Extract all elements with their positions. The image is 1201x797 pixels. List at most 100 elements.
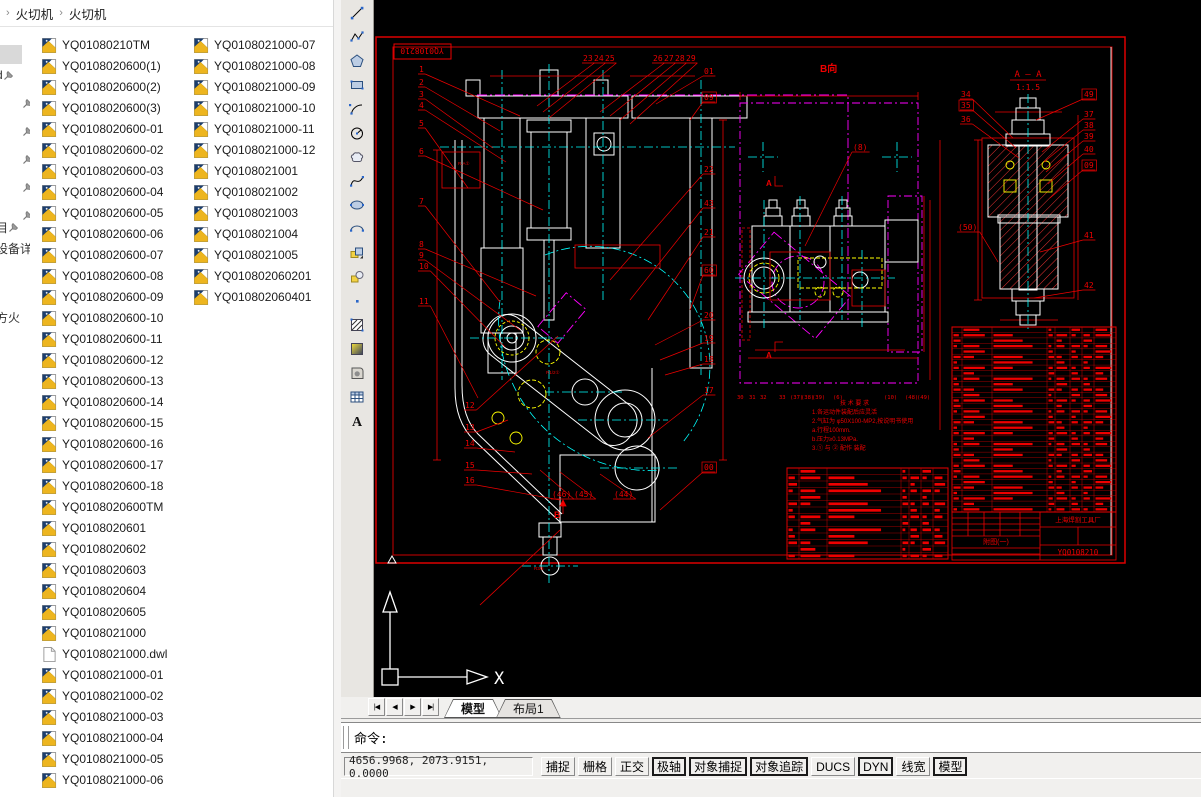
file-item[interactable]: YQ0108021000.dwl xyxy=(42,645,167,663)
file-item[interactable]: YQ0108021000 xyxy=(42,624,146,642)
file-item[interactable]: YQ0108021000-09 xyxy=(194,78,315,96)
ellipse-tool-icon[interactable] xyxy=(344,193,370,216)
file-item[interactable]: YQ0108021000-07 xyxy=(194,36,315,54)
file-item[interactable]: YQ0108021000-05 xyxy=(42,750,163,768)
file-item[interactable]: YQ0108020600TM xyxy=(42,498,163,516)
file-item[interactable]: YQ010802060201 xyxy=(194,267,311,285)
arc-tool-icon[interactable] xyxy=(344,97,370,120)
file-item[interactable]: YQ0108021000-04 xyxy=(42,729,163,747)
file-item[interactable]: YQ0108020600-01 xyxy=(42,120,163,138)
file-item[interactable]: YQ0108020600-03 xyxy=(42,162,163,180)
polygon-tool-icon[interactable] xyxy=(344,49,370,72)
file-item[interactable]: YQ0108020604 xyxy=(42,582,146,600)
status-toggle-极轴[interactable]: 极轴 xyxy=(652,757,686,776)
status-toggle-DUCS[interactable]: DUCS xyxy=(811,757,855,776)
line-tool-icon[interactable] xyxy=(344,1,370,24)
tab-布局1[interactable]: 布局1 xyxy=(496,699,561,718)
hatch-tool-icon[interactable] xyxy=(344,313,370,336)
file-item[interactable]: YQ0108020600-09 xyxy=(42,288,163,306)
dwg-file-icon xyxy=(194,248,209,263)
tab-last-button[interactable]: ▶| xyxy=(422,698,439,716)
file-item[interactable]: YQ0108021000-08 xyxy=(194,57,315,75)
file-item[interactable]: YQ0108020600-06 xyxy=(42,225,163,243)
file-item[interactable]: YQ0108021000-12 xyxy=(194,141,315,159)
nav-pinned-item[interactable] xyxy=(0,152,34,166)
tab-first-button[interactable]: |◀ xyxy=(368,698,385,716)
file-item[interactable]: YQ0108020600-15 xyxy=(42,414,163,432)
file-item[interactable]: YQ010802060401 xyxy=(194,288,311,306)
tab-next-button[interactable]: ▶ xyxy=(404,698,421,716)
polyline-tool-icon[interactable] xyxy=(344,25,370,48)
file-item[interactable]: YQ0108021000-01 xyxy=(42,666,163,684)
command-window-grip[interactable] xyxy=(343,726,349,749)
file-item[interactable]: YQ0108020600-16 xyxy=(42,435,163,453)
file-item[interactable]: YQ01080210TM xyxy=(42,36,150,54)
file-item[interactable]: YQ0108020600-12 xyxy=(42,351,163,369)
status-toggle-DYN[interactable]: DYN xyxy=(858,757,893,776)
file-item[interactable]: YQ0108020600-17 xyxy=(42,456,163,474)
nav-selected-item[interactable] xyxy=(0,45,22,64)
file-item[interactable]: YQ0108021002 xyxy=(194,183,298,201)
status-toggle-对象捕捉[interactable]: 对象捕捉 xyxy=(689,757,747,776)
gradient-tool-icon[interactable] xyxy=(344,337,370,360)
rectangle-tool-icon[interactable] xyxy=(344,73,370,96)
status-toggle-正交[interactable]: 正交 xyxy=(615,757,649,776)
file-item[interactable]: YQ0108021005 xyxy=(194,246,298,264)
file-item[interactable]: YQ0108020600-10 xyxy=(42,309,163,327)
file-item[interactable]: YQ0108020600-02 xyxy=(42,141,163,159)
cad-canvas[interactable]: YQ0108210 xyxy=(372,0,1201,697)
file-item[interactable]: YQ0108021000-10 xyxy=(194,99,315,117)
tab-模型[interactable]: 模型 xyxy=(444,699,502,718)
file-item[interactable]: YQ0108020600-07 xyxy=(42,246,163,264)
file-item[interactable]: YQ0108020600-05 xyxy=(42,204,163,222)
file-item[interactable]: YQ0108021000-03 xyxy=(42,708,163,726)
file-item[interactable]: YQ0108020605 xyxy=(42,603,146,621)
nav-pinned-item[interactable] xyxy=(0,124,34,138)
region-tool-icon[interactable] xyxy=(344,361,370,384)
file-item[interactable]: YQ0108020600-13 xyxy=(42,372,163,390)
spline-tool-icon[interactable] xyxy=(344,169,370,192)
nav-item-方火[interactable]: 方火 xyxy=(0,310,20,324)
nav-pinned-item[interactable] xyxy=(0,96,34,110)
tab-prev-button[interactable]: ◀ xyxy=(386,698,403,716)
file-item[interactable]: YQ0108020600-04 xyxy=(42,183,163,201)
nav-pinned-item[interactable] xyxy=(0,180,34,194)
file-item[interactable]: YQ0108020600-14 xyxy=(42,393,163,411)
point-tool-icon[interactable] xyxy=(344,289,370,312)
file-item[interactable]: YQ0108021000-06 xyxy=(42,771,163,789)
file-item[interactable]: YQ0108020600(3) xyxy=(42,99,161,117)
status-toggle-栅格[interactable]: 栅格 xyxy=(578,757,612,776)
nav-item-目[interactable]: 目 xyxy=(0,220,20,234)
command-window[interactable]: 命令: xyxy=(340,722,1201,753)
revcloud-tool-icon[interactable] xyxy=(344,145,370,168)
svg-text:A: A xyxy=(766,179,772,188)
file-item[interactable]: YQ0108020601 xyxy=(42,519,146,537)
status-toggle-线宽[interactable]: 线宽 xyxy=(896,757,930,776)
file-item[interactable]: YQ0108020602 xyxy=(42,540,146,558)
file-item[interactable]: YQ0108020600-18 xyxy=(42,477,163,495)
file-item[interactable]: YQ0108020600(1) xyxy=(42,57,161,75)
file-item[interactable]: YQ0108021004 xyxy=(194,225,298,243)
file-item[interactable]: YQ0108020603 xyxy=(42,561,146,579)
command-prompt[interactable]: 命令: xyxy=(354,728,388,747)
insert-block-tool-icon[interactable] xyxy=(344,241,370,264)
nav-item-设备详[interactable]: 设备详 xyxy=(0,241,32,255)
file-item[interactable]: YQ0108020600-08 xyxy=(42,267,163,285)
mtext-tool-icon[interactable]: A xyxy=(344,409,370,432)
status-toggle-捕捉[interactable]: 捕捉 xyxy=(541,757,575,776)
nav-item-d[interactable]: d xyxy=(0,68,15,82)
file-item[interactable]: YQ0108021000-11 xyxy=(194,120,315,138)
file-item[interactable]: YQ0108021003 xyxy=(194,204,298,222)
table-tool-icon[interactable] xyxy=(344,385,370,408)
circle-tool-icon[interactable] xyxy=(344,121,370,144)
status-toggle-模型[interactable]: 模型 xyxy=(933,757,967,776)
breadcrumb-item-folder[interactable]: 火切机 xyxy=(16,4,54,23)
file-item[interactable]: YQ0108020600(2) xyxy=(42,78,161,96)
breadcrumb-item-subfolder[interactable]: 火切机 xyxy=(69,4,107,23)
file-item[interactable]: YQ0108021000-02 xyxy=(42,687,163,705)
file-item[interactable]: YQ0108021001 xyxy=(194,162,298,180)
status-toggle-对象追踪[interactable]: 对象追踪 xyxy=(750,757,808,776)
ellipse-arc-tool-icon[interactable] xyxy=(344,217,370,240)
file-item[interactable]: YQ0108020600-11 xyxy=(42,330,163,348)
make-block-tool-icon[interactable] xyxy=(344,265,370,288)
